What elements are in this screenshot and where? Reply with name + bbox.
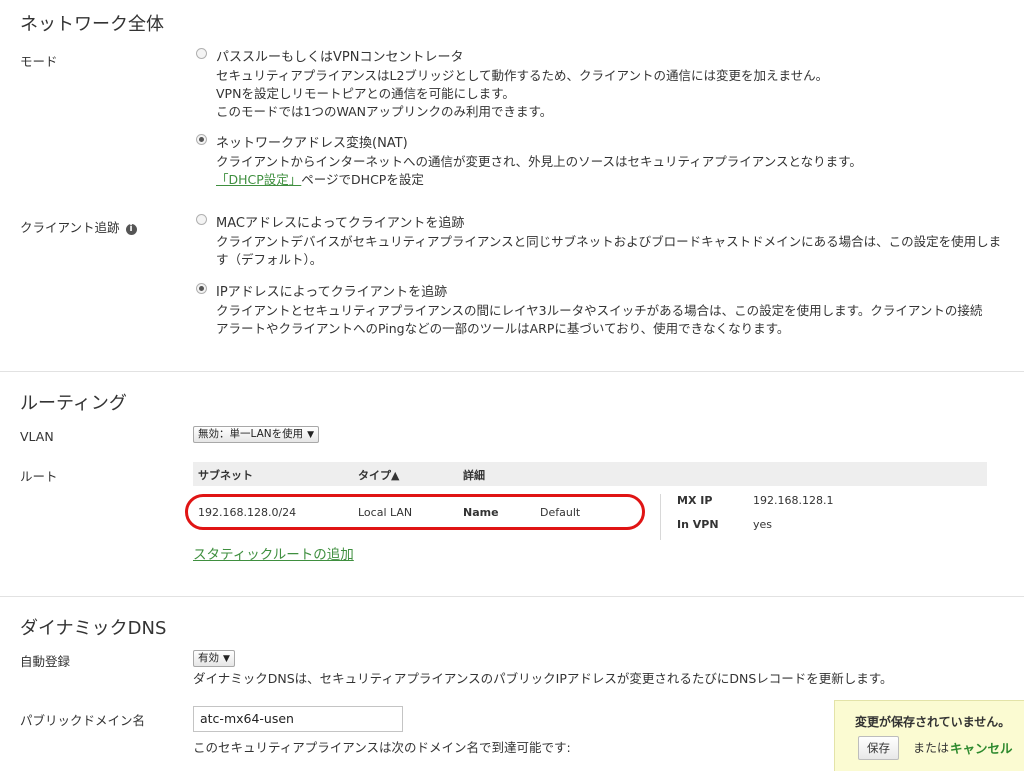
client-tracking-label-text: クライアント追跡 <box>20 220 120 235</box>
public-domain-label: パブリックドメイン名 <box>20 713 146 728</box>
mode-option-passthrough[interactable]: パススルーもしくはVPNコンセントレータ セキュリティアプライアンスはL2ブリッ… <box>196 46 1016 126</box>
route-mxip-value: 192.168.128.1 <box>753 494 834 507</box>
add-static-route-link[interactable]: スタティックルートの追加 <box>193 543 354 563</box>
info-icon[interactable]: i <box>125 224 137 235</box>
auto-registration-desc: ダイナミックDNSは、セキュリティアプライアンスのパブリックIPアドレスが変更さ… <box>193 671 893 686</box>
tracking-option-ip[interactable]: IPアドレスによってクライアントを追跡 クライアントとセキュリティアプライアンス… <box>196 281 1016 341</box>
tracking-mac-desc-1: クライアントデバイスがセキュリティアプライアンスと同じサブネットおよびブロードキ… <box>216 234 1002 249</box>
public-domain-desc: このセキュリティアプライアンスは次のドメイン名で到達可能です: <box>193 740 571 755</box>
tracking-option-ip-title: IPアドレスによってクライアントを追跡 <box>216 285 448 300</box>
public-domain-input[interactable]: atc-mx64-usen <box>193 706 403 732</box>
routes-label: ルート <box>20 469 58 484</box>
route-mxip-label: MX IP <box>677 494 713 507</box>
tracking-mac-desc-2: す（デフォルト）。 <box>216 252 323 267</box>
dhcp-settings-suffix: ページでDHCPを設定 <box>301 172 424 187</box>
radio-passthrough[interactable] <box>196 48 207 59</box>
client-tracking-label: クライアント追跡 i <box>20 217 137 236</box>
section-title-ddns: ダイナミックDNS <box>20 618 167 639</box>
mode-nat-desc-1: クライアントからインターネットへの通信が変更され、外見上のソースはセキュリティア… <box>216 154 862 169</box>
cancel-link[interactable]: キャンセル <box>950 738 1013 757</box>
vlan-label: VLAN <box>20 429 54 444</box>
section-title-network: ネットワーク全体 <box>20 14 164 35</box>
mode-nat-desc-2: 「DHCP設定」ページでDHCPを設定 <box>216 171 424 189</box>
col-details: 詳細 <box>463 469 485 482</box>
dropdown-arrow-icon: ▼ <box>307 430 315 440</box>
or-text: または <box>913 741 950 755</box>
section-title-routing: ルーティング <box>20 393 127 414</box>
radio-nat[interactable] <box>196 134 207 145</box>
routes-table-header: サブネット タイプ▲ 詳細 <box>193 462 987 486</box>
section-divider <box>0 596 1024 597</box>
auto-registration-select[interactable]: 有効 ▼ <box>193 650 235 667</box>
tracking-option-mac[interactable]: MACアドレスによってクライアントを追跡 クライアントデバイスがセキュリティアプ… <box>196 212 1016 272</box>
row-separator <box>660 494 661 540</box>
route-invpn-label: In VPN <box>677 518 719 531</box>
route-invpn-value: yes <box>753 518 773 531</box>
mode-option-nat-title: ネットワークアドレス変換(NAT) <box>216 136 408 151</box>
tracking-ip-desc-2: アラートやクライアントへのPingなどの一部のツールはARPに基づいており、使用… <box>216 321 790 336</box>
section-divider <box>0 371 1024 372</box>
mode-passthrough-desc-1: セキュリティアプライアンスはL2ブリッジとして動作するため、クライアントの通信に… <box>216 68 829 83</box>
unsaved-message: 変更が保存されていません。 <box>855 715 1011 729</box>
dropdown-arrow-icon: ▼ <box>223 654 230 664</box>
mode-passthrough-desc-2: VPNを設定しリモートピアとの通信を可能にします。 <box>216 86 515 101</box>
vlan-select-value: 無効：単一LANを使用 <box>198 428 304 440</box>
mode-option-nat[interactable]: ネットワークアドレス変換(NAT) クライアントからインターネットへの通信が変更… <box>196 132 1016 192</box>
mode-passthrough-desc-3: このモードでは1つのWANアップリンクのみ利用できます。 <box>216 104 553 119</box>
tracking-option-mac-title: MACアドレスによってクライアントを追跡 <box>216 216 465 231</box>
radio-mac[interactable] <box>196 214 207 225</box>
radio-ip[interactable] <box>196 283 207 294</box>
mode-option-passthrough-title: パススルーもしくはVPNコンセントレータ <box>216 50 464 65</box>
col-type[interactable]: タイプ▲ <box>358 467 399 483</box>
col-subnet[interactable]: サブネット <box>198 467 253 483</box>
highlight-annotation <box>185 494 645 530</box>
save-button[interactable]: 保存 <box>858 736 899 760</box>
auto-registration-value: 有効 <box>198 652 219 664</box>
mode-label: モード <box>20 54 58 69</box>
dhcp-settings-link[interactable]: 「DHCP設定」 <box>216 172 301 187</box>
vlan-select[interactable]: 無効：単一LANを使用 ▼ <box>193 426 320 443</box>
tracking-ip-desc-1: クライアントとセキュリティアプライアンスの間にレイヤ3ルータやスイッチがある場合… <box>216 303 983 318</box>
unsaved-changes-toast: 変更が保存されていません。 保存 または キャンセル <box>834 700 1024 771</box>
auto-registration-label: 自動登録 <box>20 654 71 669</box>
